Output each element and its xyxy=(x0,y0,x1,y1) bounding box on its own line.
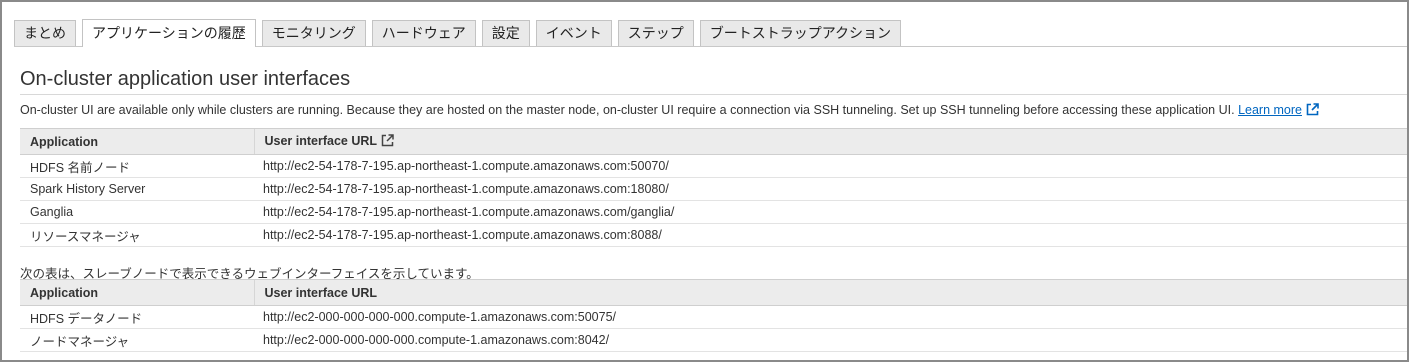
table-row: ノードマネージャ http://ec2-000-000-000-000.comp… xyxy=(20,328,1407,352)
tab-application-history[interactable]: アプリケーションの履歴 xyxy=(82,19,256,47)
application-name: Ganglia xyxy=(20,200,254,224)
table-header-row: Application User interface URL xyxy=(20,279,1407,306)
slave-ui-table: Application User interface URL HDFS データノ… xyxy=(20,279,1407,352)
external-link-icon[interactable] xyxy=(1306,103,1319,119)
table-row: HDFS 名前ノード http://ec2-54-178-7-195.ap-no… xyxy=(20,154,1407,178)
column-header-application: Application xyxy=(20,279,254,306)
table-row: Ganglia http://ec2-54-178-7-195.ap-north… xyxy=(20,200,1407,224)
tab-steps[interactable]: ステップ xyxy=(617,20,694,46)
learn-more-link[interactable]: Learn more xyxy=(1238,103,1302,117)
table-row: Spark History Server http://ec2-54-178-7… xyxy=(20,177,1407,201)
ui-url[interactable]: http://ec2-54-178-7-195.ap-northeast-1.c… xyxy=(254,177,1407,201)
ui-url[interactable]: http://ec2-54-178-7-195.ap-northeast-1.c… xyxy=(254,200,1407,224)
ui-url[interactable]: http://ec2-000-000-000-000.compute-1.ama… xyxy=(254,305,1407,329)
application-name: Spark History Server xyxy=(20,177,254,201)
table-row: リソースマネージャ http://ec2-54-178-7-195.ap-nor… xyxy=(20,223,1407,247)
ui-url[interactable]: http://ec2-54-178-7-195.ap-northeast-1.c… xyxy=(254,223,1407,247)
table-header-row: Application User interface URL xyxy=(20,128,1407,155)
column-header-url: User interface URL xyxy=(253,279,1407,306)
master-ui-table: Application User interface URL HDFS 名前ノー… xyxy=(20,128,1407,247)
column-header-application: Application xyxy=(20,128,254,155)
tab-bar: まとめ アプリケーションの履歴 モニタリング ハードウェア 設定 イベント ステ… xyxy=(14,19,1407,47)
tab-events[interactable]: イベント xyxy=(535,20,612,46)
application-name: ノードマネージャ xyxy=(20,328,254,352)
ui-url[interactable]: http://ec2-54-178-7-195.ap-northeast-1.c… xyxy=(254,154,1407,178)
tab-hardware[interactable]: ハードウェア xyxy=(371,20,476,46)
application-name: HDFS データノード xyxy=(20,305,254,329)
external-link-icon xyxy=(381,133,394,150)
column-header-url: User interface URL xyxy=(253,128,1407,155)
table-row: HDFS データノード http://ec2-000-000-000-000.c… xyxy=(20,305,1407,329)
learn-more-label: Learn more xyxy=(1238,103,1302,117)
tab-monitoring[interactable]: モニタリング xyxy=(261,20,366,46)
tab-bootstrap-actions[interactable]: ブートストラップアクション xyxy=(699,20,902,46)
description-text: On-cluster UI are available only while c… xyxy=(20,103,1235,117)
section-title: On-cluster application user interfaces xyxy=(20,68,351,90)
tab-configuration[interactable]: 設定 xyxy=(481,20,530,46)
application-name: リソースマネージャ xyxy=(20,223,254,247)
tab-summary[interactable]: まとめ xyxy=(14,20,76,46)
application-name: HDFS 名前ノード xyxy=(20,154,254,178)
app-window: まとめ アプリケーションの履歴 モニタリング ハードウェア 設定 イベント ステ… xyxy=(0,0,1409,362)
ui-url[interactable]: http://ec2-000-000-000-000.compute-1.ama… xyxy=(254,328,1407,352)
section-divider xyxy=(20,94,1407,95)
section-description: On-cluster UI are available only while c… xyxy=(20,103,1319,119)
